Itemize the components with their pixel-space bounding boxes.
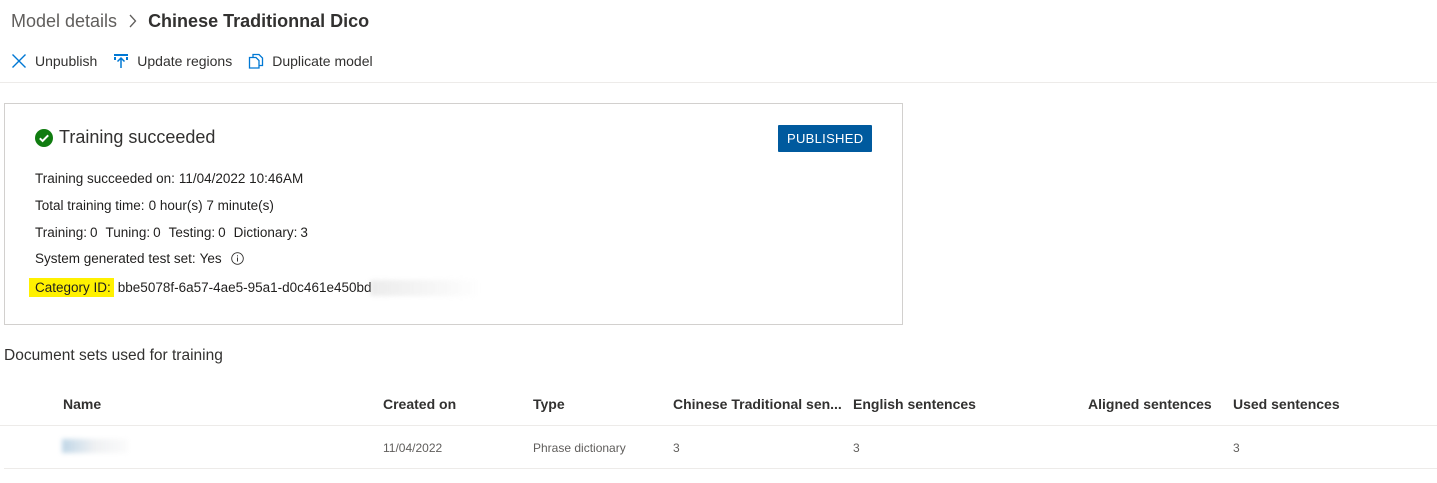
breadcrumb-model-details-link[interactable]: Model details	[11, 11, 117, 32]
document-sets-title: Document sets used for training	[4, 347, 223, 364]
tuning-count: Tuning: 0	[106, 225, 161, 240]
category-id-label: Category ID:	[29, 278, 114, 297]
training-count: Training: 0	[35, 225, 98, 240]
cell-type: Phrase dictionary	[533, 441, 626, 455]
duplicate-model-label: Duplicate model	[272, 53, 373, 69]
redacted-name	[62, 439, 128, 453]
upload-regions-icon	[112, 52, 130, 70]
published-badge: PUBLISHED	[778, 125, 873, 152]
training-count-label: Training:	[35, 225, 88, 240]
total-training-time: Total training time: 0 hour(s) 7 minute(…	[35, 198, 274, 213]
training-succeeded-on-label: Training succeeded on:	[35, 171, 175, 186]
column-header-created-on[interactable]: Created on	[383, 396, 456, 412]
table-header: Name Created on Type Chinese Traditional…	[0, 388, 1437, 426]
unpublish-label: Unpublish	[35, 53, 98, 69]
toolbar-divider	[0, 82, 1437, 83]
column-header-name[interactable]: Name	[63, 396, 101, 412]
column-header-used-sentences[interactable]: Used sentences	[1233, 396, 1340, 412]
column-header-aligned-sentences[interactable]: Aligned sentences	[1088, 396, 1212, 412]
training-status-text: Training succeeded	[59, 127, 216, 147]
training-status-card: Training succeeded PUBLISHED Training su…	[4, 103, 903, 325]
check-circle-icon	[35, 128, 53, 147]
cell-created-on: 11/04/2022	[383, 441, 443, 455]
testing-count: Testing: 0	[169, 225, 226, 240]
sentence-counts: Training: 0 Tuning: 0 Testing: 0 Dictionary…	[35, 225, 316, 240]
chevron-right-icon	[128, 14, 137, 28]
total-training-time-value: 0 hour(s) 7 minute(s)	[148, 198, 274, 213]
training-succeeded-on-value: 11/04/2022 10:46AM	[178, 171, 304, 186]
category-id: Category ID: bbe5078f-6a57-4ae5-95a1-d0c…	[29, 278, 478, 297]
dictionary-count: Dictionary: 3	[234, 225, 308, 240]
cell-chinese-sentences: 3	[673, 441, 680, 455]
breadcrumb: Model details Chinese Traditionnal Dico	[11, 8, 369, 34]
document-name-link[interactable]	[62, 439, 132, 457]
page-title: Chinese Traditionnal Dico	[148, 10, 370, 31]
training-count-value: 0	[90, 225, 98, 240]
cell-english-sentences: 3	[853, 441, 860, 455]
update-regions-label: Update regions	[137, 53, 233, 69]
update-regions-button[interactable]: Update regions	[112, 52, 232, 70]
command-bar: Unpublish Update regions Duplicate model	[10, 50, 388, 72]
redacted-region	[369, 279, 478, 296]
testing-count-value: 0	[218, 225, 226, 240]
category-id-value: bbe5078f-6a57-4ae5-95a1-d0c461e450bd	[117, 280, 372, 295]
dictionary-count-value: 3	[300, 225, 308, 240]
copy-icon	[247, 52, 265, 70]
training-succeeded-on: Training succeeded on: 11/04/2022 10:46A…	[35, 171, 303, 186]
training-status-title: Training succeeded	[35, 127, 215, 148]
column-header-chinese-sentences[interactable]: Chinese Traditional sen...	[673, 396, 842, 412]
close-icon	[10, 52, 28, 70]
info-icon[interactable]	[230, 252, 244, 265]
cell-used-sentences: 3	[1233, 441, 1240, 455]
system-test-value: Yes	[199, 251, 222, 266]
system-generated-test-set: System generated test set: Yes	[35, 251, 244, 266]
tuning-count-value: 0	[153, 225, 161, 240]
unpublish-button[interactable]: Unpublish	[10, 52, 97, 70]
duplicate-model-button[interactable]: Duplicate model	[247, 52, 373, 70]
system-test-label: System generated test set:	[35, 251, 196, 266]
testing-count-label: Testing:	[168, 225, 216, 240]
tuning-count-label: Tuning:	[105, 225, 151, 240]
dictionary-count-label: Dictionary:	[233, 225, 298, 240]
column-header-type[interactable]: Type	[533, 396, 565, 412]
column-header-english-sentences[interactable]: English sentences	[853, 396, 976, 412]
table-row[interactable]: 11/04/2022 Phrase dictionary 3 3 3	[4, 427, 1437, 469]
total-training-time-label: Total training time:	[35, 198, 145, 213]
